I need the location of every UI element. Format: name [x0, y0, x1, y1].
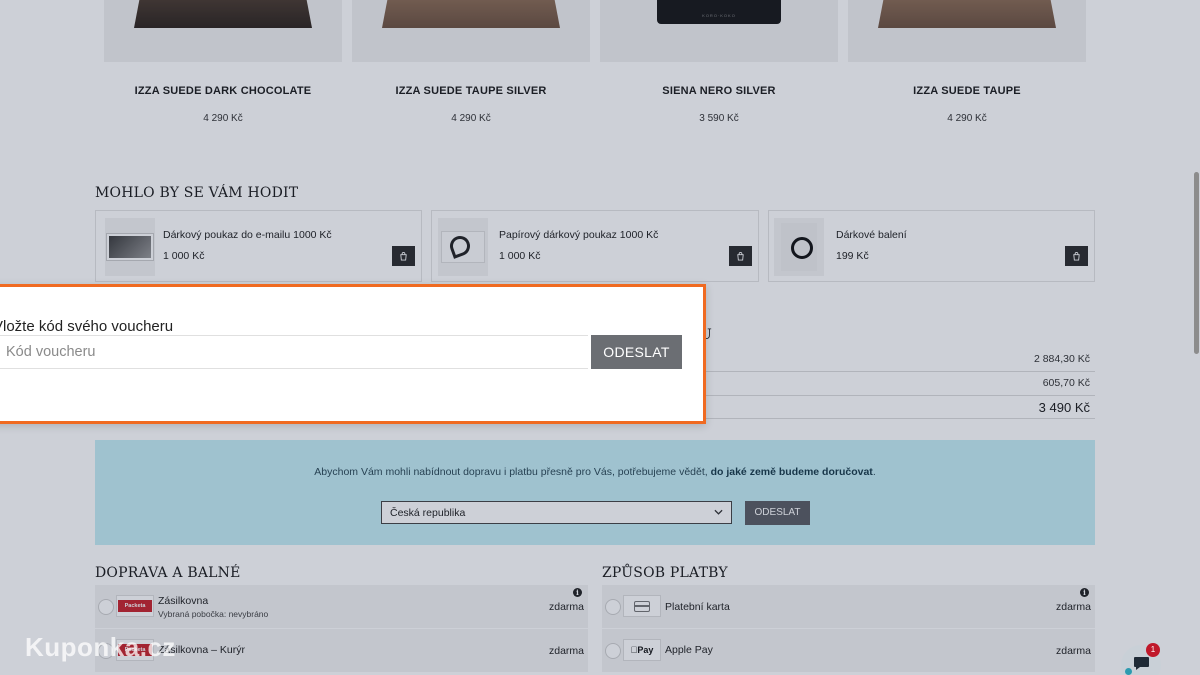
- product-card[interactable]: IZZA SUEDE TAUPE 4 290 Kč: [848, 0, 1086, 124]
- bag-logo-text: KORO·KOKO: [702, 13, 736, 18]
- shipping-title: DOPRAVA A BALNÉ: [95, 565, 241, 581]
- upsell-card[interactable]: Dárkový poukaz do e-mailu 1000 Kč 1 000 …: [95, 210, 422, 282]
- country-prompt: Abychom Vám mohli nabídnout dopravu i pl…: [314, 466, 876, 478]
- upsell-thumbnail: [105, 218, 155, 276]
- summary-total-value: 3 490 Kč: [1038, 400, 1090, 415]
- shipping-option-sub: Vybraná pobočka: nevybráno: [158, 609, 269, 619]
- country-prompt-bold: do jaké země budeme doručovat: [710, 466, 873, 478]
- chat-icon: [1134, 657, 1149, 670]
- shipping-option-name: Zásilkovna: [158, 595, 209, 607]
- product-name[interactable]: IZZA SUEDE TAUPE: [848, 85, 1086, 97]
- chat-status-dot: [1125, 668, 1132, 675]
- payment-option[interactable]: i Platební karta zdarma: [602, 585, 1095, 629]
- payment-option-name: Platební karta: [665, 601, 730, 613]
- upsell-name[interactable]: Dárkové balení: [836, 229, 907, 241]
- product-image[interactable]: [352, 0, 590, 62]
- product-image[interactable]: KORO·KOKO: [600, 0, 838, 62]
- payment-title: ZPŮSOB PLATBY: [602, 565, 728, 581]
- packeta-logo: Packeta: [116, 595, 154, 617]
- summary-value: 605,70 Kč: [1042, 377, 1090, 389]
- upsell-card[interactable]: Papírový dárkový poukaz 1000 Kč 1 000 Kč: [431, 210, 759, 282]
- payment-radio[interactable]: [605, 643, 621, 659]
- add-to-cart-button[interactable]: [1065, 246, 1088, 266]
- payment-option-name: Apple Pay: [665, 644, 713, 656]
- product-price: 3 590 Kč: [699, 113, 739, 124]
- cart-icon: [1073, 251, 1080, 261]
- product-card[interactable]: IZZA SUEDE DARK CHOCOLATE 4 290 Kč: [104, 0, 342, 124]
- upsell-thumbnail: [438, 218, 488, 276]
- payment-option-price: zdarma: [1055, 645, 1091, 657]
- payment-radio[interactable]: [605, 599, 621, 615]
- shipping-option-price: zdarma: [548, 601, 584, 613]
- country-select[interactable]: Česká republika: [381, 501, 732, 524]
- upsell-price: 199 Kč: [836, 250, 869, 262]
- country-selection-box: Abychom Vám mohli nabídnout dopravu i pl…: [95, 440, 1095, 545]
- country-selected-value: Česká republika: [390, 507, 466, 519]
- upsell-name[interactable]: Dárkový poukaz do e-mailu 1000 Kč: [163, 229, 332, 241]
- upsell-thumbnail: [774, 218, 824, 276]
- cart-icon: [737, 251, 744, 261]
- product-card[interactable]: IZZA SUEDE TAUPE SILVER 4 290 Kč: [352, 0, 590, 124]
- add-to-cart-button[interactable]: [729, 246, 752, 266]
- scrollbar[interactable]: [1194, 172, 1199, 354]
- info-icon[interactable]: i: [573, 588, 582, 597]
- voucher-modal: Vložte kód svého voucheru ODESLAT: [0, 284, 706, 424]
- product-card[interactable]: KORO·KOKO SIENA NERO SILVER 3 590 Kč: [600, 0, 838, 124]
- shipping-option[interactable]: i Packeta Zásilkovna Vybraná pobočka: ne…: [95, 585, 588, 629]
- card-icon: [623, 595, 661, 617]
- product-image[interactable]: [848, 0, 1086, 62]
- upsell-name[interactable]: Papírový dárkový poukaz 1000 Kč: [499, 229, 658, 241]
- upsell-price: 1 000 Kč: [163, 250, 205, 262]
- product-name[interactable]: SIENA NERO SILVER: [600, 85, 838, 97]
- apple-pay-logo: Pay: [623, 639, 661, 661]
- voucher-label: Vložte kód svého voucheru: [0, 318, 174, 335]
- info-icon[interactable]: i: [1080, 588, 1089, 597]
- upsell-price: 1 000 Kč: [499, 250, 541, 262]
- voucher-submit-button[interactable]: ODESLAT: [591, 335, 682, 369]
- watermark: Kuponka.cz: [25, 632, 176, 662]
- add-to-cart-button[interactable]: [392, 246, 415, 266]
- product-price: 4 290 Kč: [947, 113, 987, 124]
- shipping-option-price: zdarma: [548, 645, 584, 657]
- shipping-radio[interactable]: [98, 599, 114, 615]
- chat-notification-badge: 1: [1146, 643, 1160, 657]
- product-price: 4 290 Kč: [451, 113, 491, 124]
- upsell-title: MOHLO BY SE VÁM HODIT: [95, 185, 299, 201]
- payment-option-price: zdarma: [1055, 601, 1091, 613]
- voucher-code-input[interactable]: [0, 335, 588, 369]
- product-price: 4 290 Kč: [203, 113, 243, 124]
- payment-option[interactable]: Pay Apple Pay zdarma: [602, 629, 1095, 673]
- cart-icon: [400, 251, 407, 261]
- product-name[interactable]: IZZA SUEDE TAUPE SILVER: [352, 85, 590, 97]
- product-name[interactable]: IZZA SUEDE DARK CHOCOLATE: [104, 85, 342, 97]
- chevron-down-icon: [714, 509, 723, 515]
- summary-value: 2 884,30 Kč: [1033, 353, 1090, 365]
- upsell-card[interactable]: Dárkové balení 199 Kč: [768, 210, 1095, 282]
- product-image[interactable]: [104, 0, 342, 62]
- country-submit-button[interactable]: ODESLAT: [745, 501, 810, 525]
